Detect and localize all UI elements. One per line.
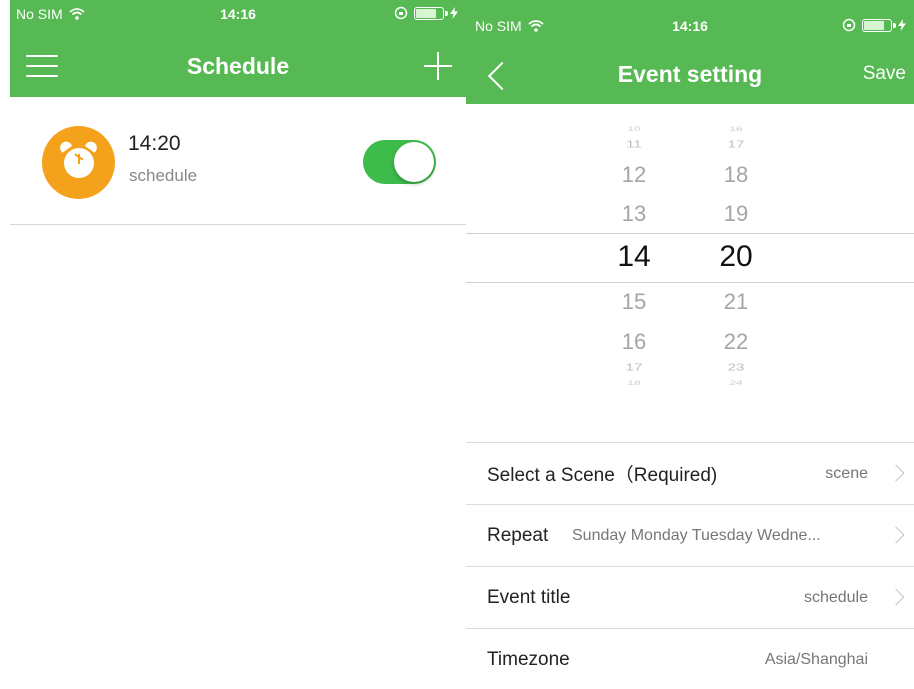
schedule-subtitle: schedule (129, 166, 198, 185)
schedule-time: 14:20 (128, 132, 181, 155)
hour-option-14[interactable]: 14 (604, 240, 664, 274)
hour-option-17[interactable]: 17 (604, 362, 664, 374)
row-label: Repeat (487, 524, 549, 546)
hour-option-18[interactable]: 18 (604, 380, 664, 387)
add-icon[interactable] (424, 52, 452, 80)
chevron-right-icon (887, 464, 905, 482)
schedule-toggle[interactable] (363, 140, 436, 184)
toggle-knob (394, 142, 434, 182)
schedule-list-item[interactable]: 14:20 schedule (10, 97, 466, 225)
event-setting-screen: No SIM 14:16 Event setting Save 10 11 12 13… (466, 0, 914, 689)
save-button[interactable]: Save (863, 54, 906, 94)
minute-option-22[interactable]: 22 (706, 329, 766, 355)
hour-option-15[interactable]: 15 (604, 289, 664, 315)
status-right (842, 18, 906, 32)
event-header: No SIM 14:16 Event setting Save (466, 0, 914, 104)
minute-option-19[interactable]: 19 (706, 201, 766, 227)
scene-row[interactable]: Select a Scene（Required) scene (466, 442, 914, 504)
minute-option-21[interactable]: 21 (706, 289, 766, 315)
event-title-row[interactable]: Event title schedule (466, 566, 914, 628)
row-value: scene (825, 464, 868, 482)
battery-icon (862, 18, 896, 32)
row-label: Event title (487, 586, 571, 608)
hour-option-11[interactable]: 11 (604, 139, 664, 151)
minute-option-17[interactable]: 17 (706, 139, 766, 151)
chevron-right-icon (887, 526, 905, 544)
settings-list: Select a Scene（Required) scene Repeat Su… (466, 442, 914, 689)
picker-divider-top (466, 233, 914, 234)
minute-option-24[interactable]: 24 (706, 380, 766, 387)
hour-option-10[interactable]: 10 (604, 126, 664, 133)
schedule-screen: No SIM 14:16 Schedule 14:20 schedule (10, 0, 466, 689)
rotation-lock-icon (394, 6, 408, 20)
rotation-lock-icon (842, 18, 856, 32)
chevron-right-icon (887, 588, 905, 606)
row-value: Asia/Shanghai (764, 650, 868, 668)
minute-option-23[interactable]: 23 (706, 362, 766, 374)
hour-option-12[interactable]: 12 (604, 162, 664, 188)
battery-icon (414, 6, 448, 20)
charging-icon (450, 7, 458, 19)
time-picker[interactable]: 10 11 12 13 14 15 16 17 18 16 17 18 19 20 21 22 23 24 (466, 104, 914, 442)
row-label: Select a Scene（Required) (487, 465, 718, 486)
minute-option-20[interactable]: 20 (706, 240, 766, 274)
minute-option-16[interactable]: 16 (706, 126, 766, 133)
nav-bar: Event setting Save (466, 54, 914, 94)
status-right (394, 6, 458, 20)
page-title: Event setting (617, 61, 763, 87)
row-value: Sunday Monday Tuesday Wedne... (572, 526, 821, 544)
hour-option-13[interactable]: 13 (604, 201, 664, 227)
status-bar: No SIM 14:16 (466, 18, 914, 46)
picker-divider-bottom (466, 282, 914, 283)
page-title: Schedule (186, 53, 290, 79)
charging-icon (898, 19, 906, 31)
row-value: schedule (803, 588, 868, 606)
row-label: Timezone (487, 648, 570, 670)
timezone-row[interactable]: Timezone Asia/Shanghai (466, 628, 914, 689)
alarm-clock-icon (42, 126, 115, 199)
minute-option-18[interactable]: 18 (706, 162, 766, 188)
status-bar: No SIM 14:16 (10, 6, 466, 34)
schedule-header: No SIM 14:16 Schedule (10, 0, 466, 97)
nav-bar: Schedule (10, 46, 466, 86)
hour-option-16[interactable]: 16 (604, 329, 664, 355)
repeat-row[interactable]: Repeat Sunday Monday Tuesday Wedne... (466, 504, 914, 566)
